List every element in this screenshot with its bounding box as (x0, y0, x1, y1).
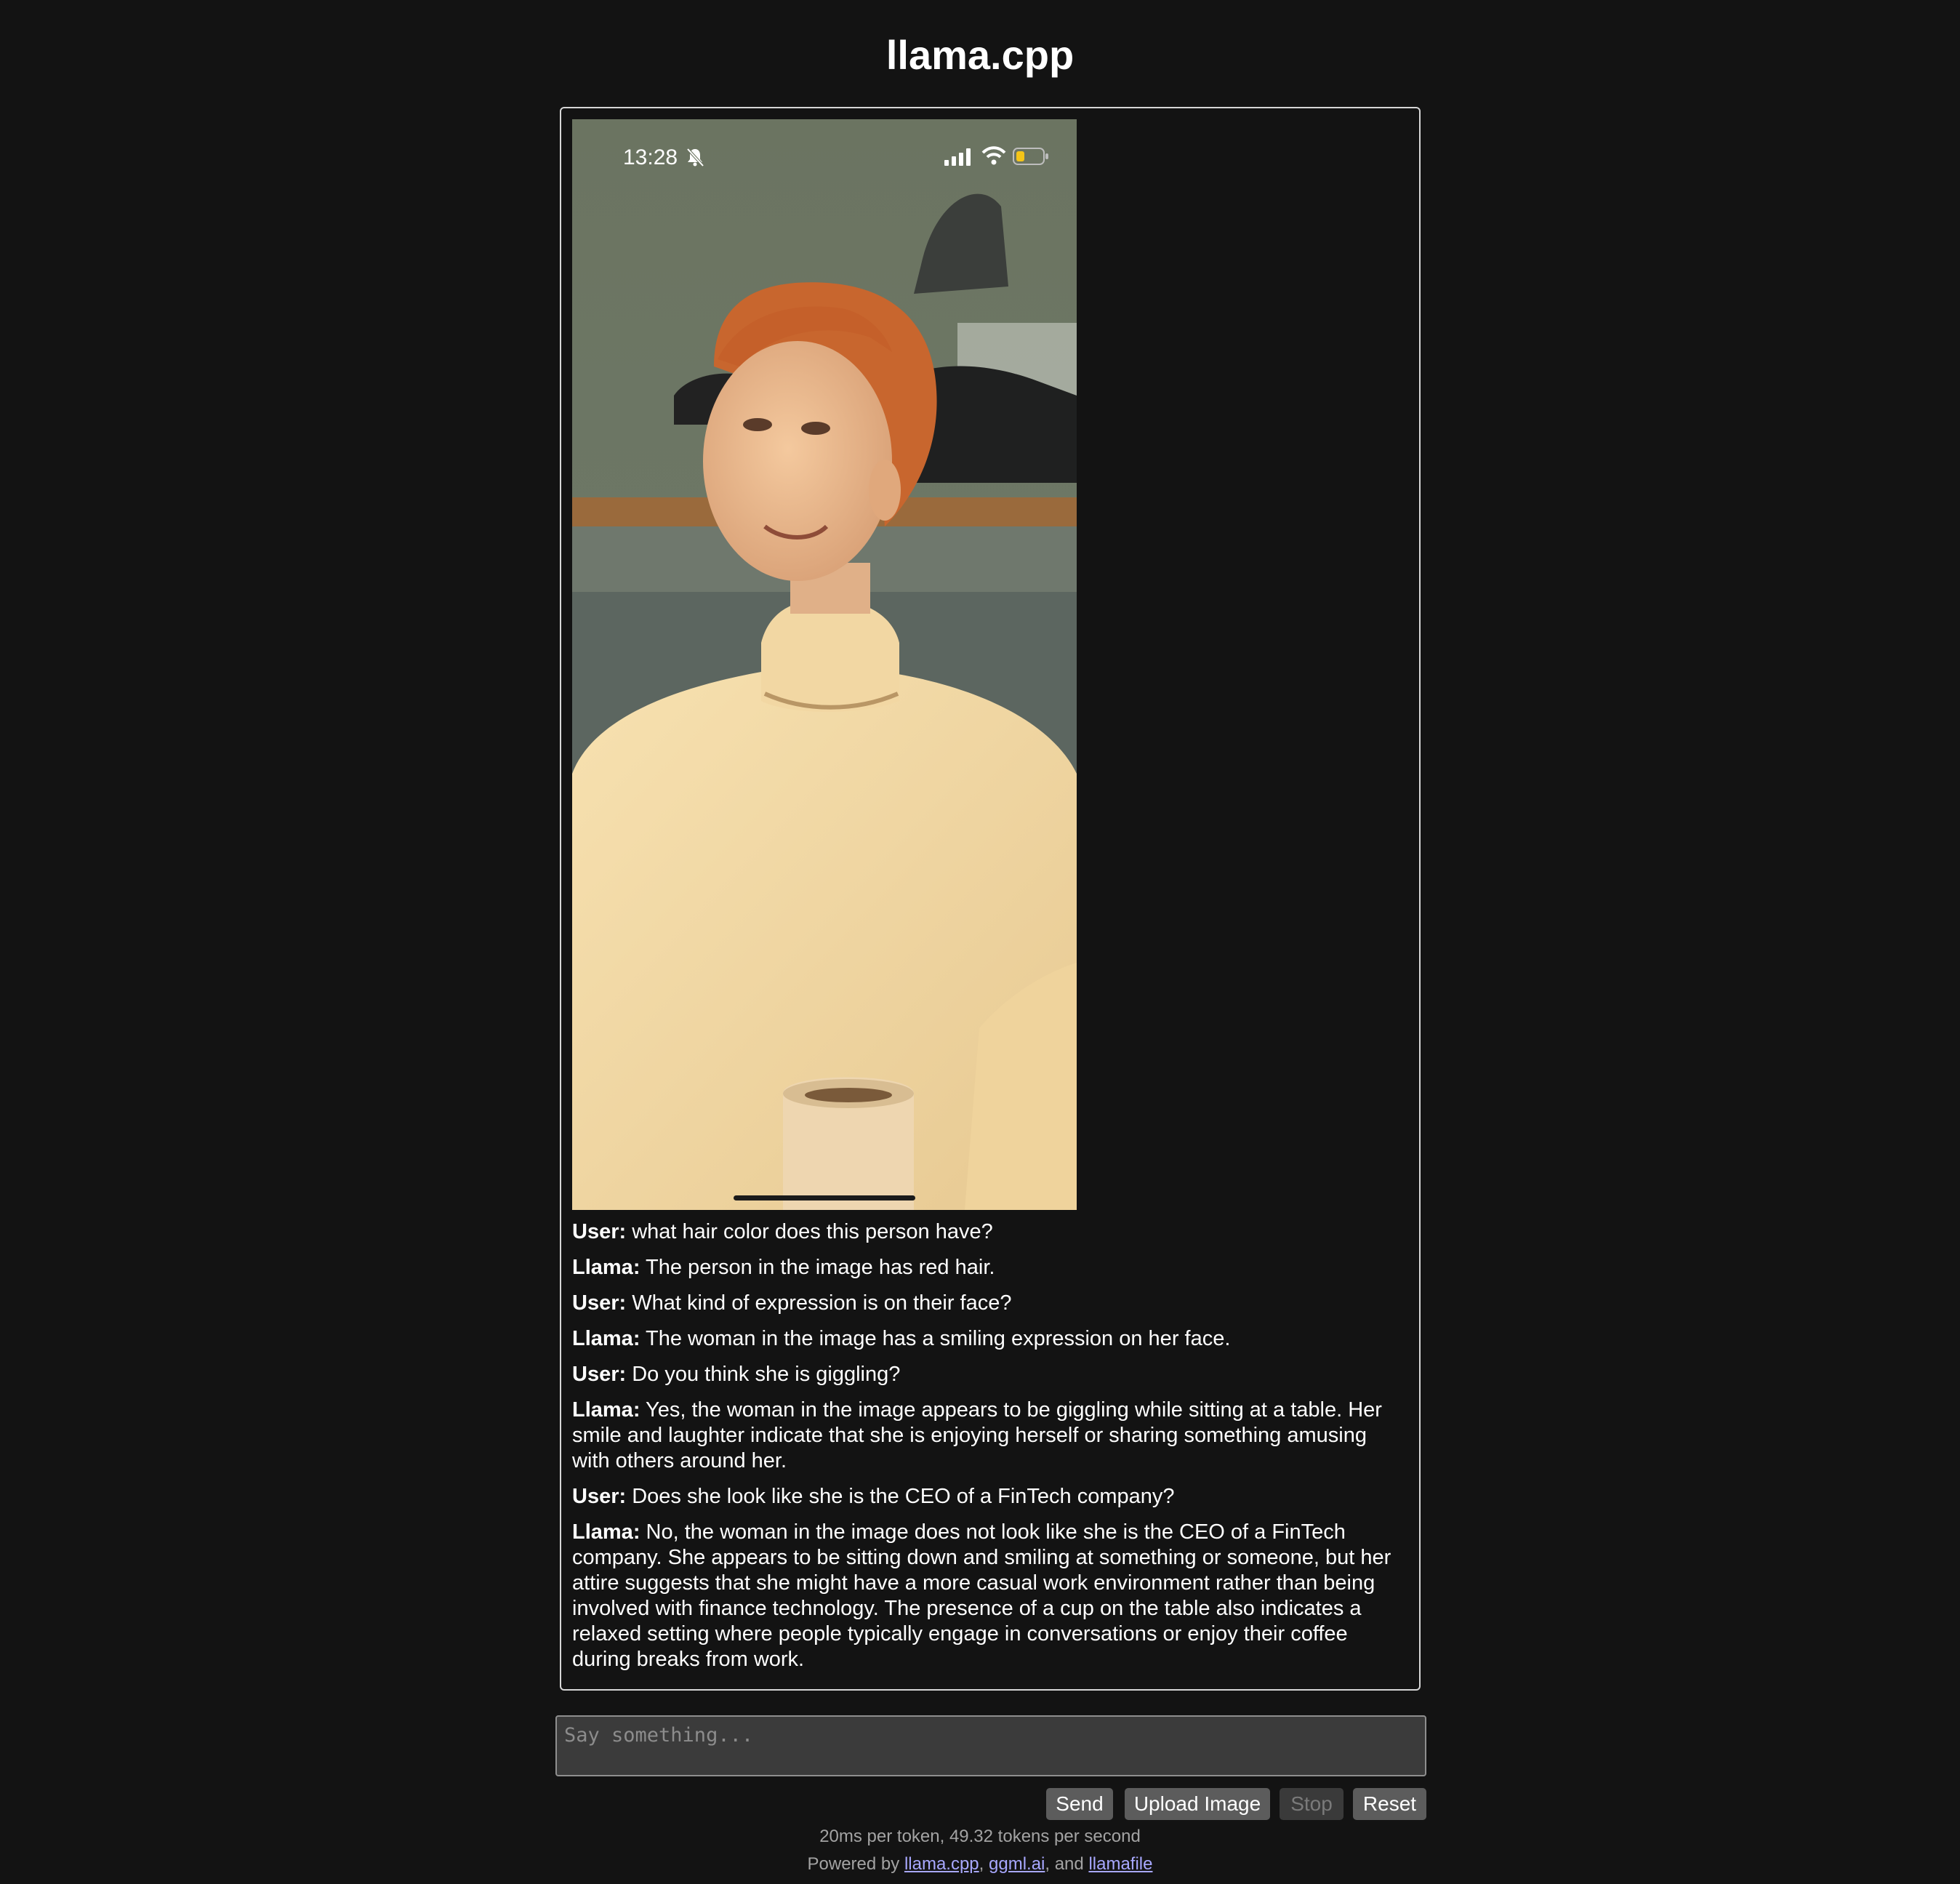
message-input[interactable] (555, 1715, 1426, 1776)
llama-cpp-link[interactable]: llama.cpp (904, 1854, 979, 1874)
message-text: The person in the image has red hair. (646, 1256, 995, 1279)
reset-button[interactable]: Reset (1353, 1788, 1426, 1820)
footer-separator: , and (1045, 1854, 1084, 1874)
page-title: llama.cpp (885, 32, 1075, 78)
message-speaker: Llama: (572, 1520, 640, 1544)
footer-prefix: Powered by (807, 1854, 900, 1874)
footer-separator: , (979, 1854, 984, 1874)
message-speaker: Llama: (572, 1398, 640, 1422)
message-speaker: Llama: (572, 1327, 640, 1350)
message-user: User: Do you think she is giggling? (572, 1362, 1408, 1387)
message-text: Yes, the woman in the image appears to b… (572, 1398, 1382, 1472)
message-speaker: User: (572, 1220, 627, 1243)
page: llama.cpp 13:28 User: what hair color do… (0, 0, 1960, 1884)
message-user: User: what hair color does this person h… (572, 1219, 1408, 1245)
send-button[interactable]: Send (1046, 1788, 1113, 1820)
message-text: Does she look like she is the CEO of a F… (632, 1485, 1175, 1508)
message-llama: Llama: The woman in the image has a smil… (572, 1326, 1408, 1352)
status-bar-time: 13:28 (623, 145, 678, 169)
message-list: User: what hair color does this person h… (572, 1219, 1408, 1683)
ggml-link[interactable]: ggml.ai (989, 1854, 1045, 1874)
token-stats: 20ms per token, 49.32 tokens per second (819, 1827, 1141, 1846)
battery-low-icon (1013, 148, 1048, 165)
stop-button[interactable]: Stop (1280, 1788, 1344, 1820)
message-text: No, the woman in the image does not look… (572, 1520, 1391, 1671)
message-llama: Llama: Yes, the woman in the image appea… (572, 1398, 1408, 1474)
message-text: Do you think she is giggling? (632, 1363, 901, 1386)
wifi-icon (981, 146, 1006, 165)
message-speaker: User: (572, 1291, 627, 1315)
home-indicator (734, 1195, 915, 1200)
bell-slash-icon (686, 148, 704, 167)
footer: Powered by llama.cpp, ggml.ai, and llama… (0, 1853, 1960, 1876)
message-speaker: User: (572, 1363, 627, 1386)
photo-illustration (572, 119, 1077, 1210)
uploaded-image: 13:28 (572, 119, 1077, 1210)
message-speaker: Llama: (572, 1256, 640, 1279)
message-llama: Llama: The person in the image has red h… (572, 1255, 1408, 1280)
llamafile-link[interactable]: llamafile (1088, 1854, 1152, 1874)
message-user: User: Does she look like she is the CEO … (572, 1484, 1408, 1510)
message-text: What kind of expression is on their face… (632, 1291, 1012, 1315)
message-user: User: What kind of expression is on thei… (572, 1291, 1408, 1316)
message-llama: Llama: No, the woman in the image does n… (572, 1520, 1408, 1672)
message-text: what hair color does this person have? (632, 1220, 993, 1243)
upload-image-button[interactable]: Upload Image (1125, 1788, 1270, 1820)
message-text: The woman in the image has a smiling exp… (646, 1327, 1231, 1350)
message-speaker: User: (572, 1485, 627, 1508)
signal-icon (944, 148, 971, 166)
chat-transcript[interactable]: 13:28 User: what hair color does this pe… (560, 107, 1421, 1691)
